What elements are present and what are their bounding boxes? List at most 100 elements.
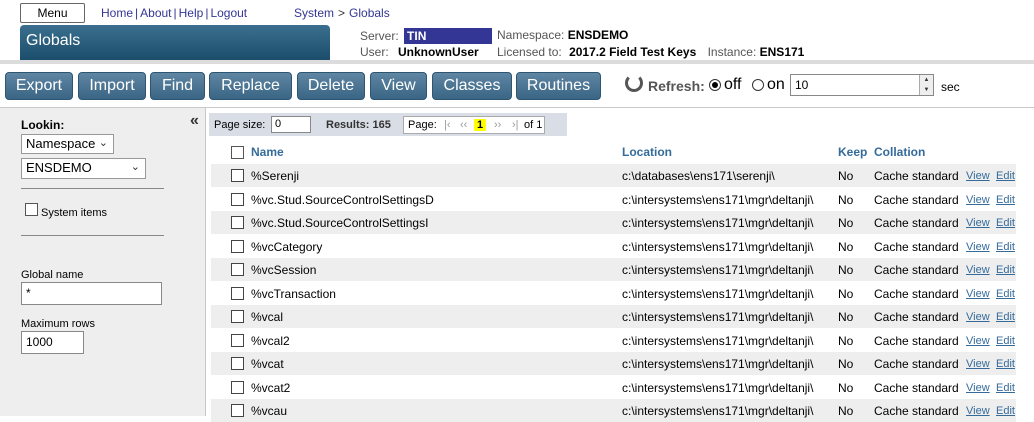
spin-up-icon[interactable]: ▲ bbox=[920, 75, 933, 85]
row-checkbox[interactable] bbox=[231, 286, 244, 300]
table-row[interactable]: %vc.Stud.SourceControlSettingsD c:\inters… bbox=[211, 187, 1016, 211]
row-name[interactable]: %vcal2 bbox=[251, 334, 290, 348]
view-link[interactable]: View bbox=[966, 405, 990, 417]
page-size-input[interactable]: 0 bbox=[271, 116, 311, 133]
edit-link[interactable]: Edit bbox=[996, 194, 1015, 206]
view-link[interactable]: View bbox=[966, 241, 990, 253]
view-link[interactable]: View bbox=[966, 382, 990, 394]
row-checkbox[interactable] bbox=[231, 357, 244, 370]
logout-link[interactable]: Logout bbox=[210, 6, 247, 20]
import-button[interactable]: Import bbox=[78, 72, 146, 100]
view-link[interactable]: View bbox=[966, 217, 990, 229]
row-name[interactable]: %vcal bbox=[251, 310, 283, 324]
table-row[interactable]: %Serenji c:\databases\ens171\serenji\ No Ca… bbox=[211, 164, 1016, 187]
link-separator: | bbox=[135, 6, 139, 20]
row-collation: Cache standard bbox=[874, 216, 959, 230]
delete-button[interactable]: Delete bbox=[297, 72, 365, 100]
edit-link[interactable]: Edit bbox=[996, 170, 1015, 182]
menu-button[interactable]: Menu bbox=[20, 3, 85, 23]
max-rows-input[interactable]: 1000 bbox=[21, 331, 84, 354]
column-keep[interactable]: Keep bbox=[838, 145, 867, 159]
edit-link[interactable]: Edit bbox=[996, 217, 1015, 229]
edit-link[interactable]: Edit bbox=[996, 311, 1015, 323]
row-name[interactable]: %vcSession bbox=[251, 263, 316, 277]
view-link[interactable]: View bbox=[966, 311, 990, 323]
select-all-checkbox[interactable] bbox=[231, 146, 244, 159]
row-name[interactable]: %vcCategory bbox=[251, 240, 322, 254]
row-name[interactable]: %vcat bbox=[251, 357, 284, 371]
table-row[interactable]: %vcal c:\intersystems\ens171\mgr\deltanji… bbox=[211, 305, 1016, 328]
routines-button[interactable]: Routines bbox=[516, 72, 601, 100]
edit-link[interactable]: Edit bbox=[996, 405, 1015, 417]
row-checkbox[interactable] bbox=[231, 380, 244, 394]
find-button[interactable]: Find bbox=[150, 72, 205, 100]
lookin-type-select[interactable]: Namespace ⌄ bbox=[21, 134, 114, 154]
classes-button[interactable]: Classes bbox=[432, 72, 512, 100]
table-row[interactable]: %vcTransaction c:\intersystems\ens171\mgr… bbox=[211, 281, 1016, 305]
first-page-icon[interactable]: |‹ bbox=[444, 119, 451, 131]
refresh-interval-input[interactable]: 10 ▲ ▼ bbox=[790, 74, 934, 96]
replace-button[interactable]: Replace bbox=[209, 72, 292, 100]
last-page-icon[interactable]: ›| bbox=[512, 119, 519, 131]
edit-link[interactable]: Edit bbox=[996, 358, 1015, 370]
view-link[interactable]: View bbox=[966, 335, 990, 347]
help-link[interactable]: Help bbox=[179, 6, 204, 20]
edit-link[interactable]: Edit bbox=[996, 264, 1015, 276]
row-checkbox[interactable] bbox=[231, 192, 244, 206]
edit-link[interactable]: Edit bbox=[996, 288, 1015, 300]
row-name[interactable]: %vcTransaction bbox=[251, 287, 336, 301]
view-button[interactable]: View bbox=[370, 72, 427, 100]
row-name[interactable]: %vcat2 bbox=[251, 381, 290, 395]
prev-page-icon[interactable]: ‹‹ bbox=[460, 119, 467, 131]
row-checkbox[interactable] bbox=[231, 263, 244, 276]
view-link[interactable]: View bbox=[966, 358, 990, 370]
table-row[interactable]: %vcCategory c:\intersystems\ens171\mgr\de… bbox=[211, 234, 1016, 258]
export-button[interactable]: Export bbox=[5, 72, 73, 100]
table-row[interactable]: %vcat2 c:\intersystems\ens171\mgr\deltanj… bbox=[211, 375, 1016, 399]
refresh-off-radio[interactable] bbox=[709, 79, 721, 91]
refresh-icon[interactable] bbox=[625, 74, 643, 92]
row-keep: No bbox=[838, 263, 854, 277]
lookin-label: Lookin: bbox=[21, 118, 65, 132]
row-checkbox[interactable] bbox=[231, 333, 244, 347]
row-name[interactable]: %Serenji bbox=[251, 169, 299, 183]
column-name[interactable]: Name bbox=[251, 145, 284, 159]
table-row[interactable]: %vcal2 c:\intersystems\ens171\mgr\deltanj… bbox=[211, 328, 1016, 352]
row-checkbox[interactable] bbox=[231, 239, 244, 253]
breadcrumb-system[interactable]: System bbox=[294, 6, 334, 20]
view-link[interactable]: View bbox=[966, 264, 990, 276]
edit-link[interactable]: Edit bbox=[996, 241, 1015, 253]
edit-link[interactable]: Edit bbox=[996, 335, 1015, 347]
row-collation: Cache standard bbox=[874, 239, 959, 254]
refresh-on-radio[interactable] bbox=[752, 79, 764, 91]
row-checkbox[interactable] bbox=[231, 310, 244, 323]
row-collation: Cache standard bbox=[874, 380, 959, 395]
edit-link[interactable]: Edit bbox=[996, 382, 1015, 394]
current-page[interactable]: 1 bbox=[474, 119, 487, 131]
next-page-icon[interactable]: ›› bbox=[494, 119, 501, 131]
refresh-spinner[interactable]: ▲ ▼ bbox=[919, 75, 933, 95]
column-location[interactable]: Location bbox=[622, 145, 672, 159]
breadcrumb-globals[interactable]: Globals bbox=[349, 6, 390, 20]
home-link[interactable]: Home bbox=[101, 6, 133, 20]
row-checkbox[interactable] bbox=[231, 404, 244, 417]
spin-down-icon[interactable]: ▼ bbox=[920, 85, 933, 95]
server-badge: TIN bbox=[404, 28, 493, 44]
table-row[interactable]: %vcau c:\intersystems\ens171\mgr\deltanji… bbox=[211, 399, 1016, 422]
row-checkbox[interactable] bbox=[231, 169, 244, 182]
about-link[interactable]: About bbox=[140, 6, 171, 20]
table-row[interactable]: %vcSession c:\intersystems\ens171\mgr\del… bbox=[211, 258, 1016, 281]
system-items-checkbox[interactable] bbox=[25, 203, 38, 216]
view-link[interactable]: View bbox=[966, 194, 990, 206]
table-row[interactable]: %vcat c:\intersystems\ens171\mgr\deltanji… bbox=[211, 352, 1016, 375]
column-collation[interactable]: Collation bbox=[874, 145, 925, 159]
row-name[interactable]: %vc.Stud.SourceControlSettingsI bbox=[251, 216, 428, 230]
view-link[interactable]: View bbox=[966, 288, 990, 300]
row-name[interactable]: %vc.Stud.SourceControlSettingsD bbox=[251, 193, 434, 207]
table-row[interactable]: %vc.Stud.SourceControlSettingsI c:\inters… bbox=[211, 211, 1016, 234]
row-checkbox[interactable] bbox=[231, 216, 244, 229]
view-link[interactable]: View bbox=[966, 170, 990, 182]
global-name-input[interactable]: * bbox=[21, 282, 162, 305]
namespace-select[interactable]: ENSDEMO ⌄ bbox=[21, 158, 146, 179]
collapse-pane-icon[interactable]: « bbox=[190, 112, 199, 130]
